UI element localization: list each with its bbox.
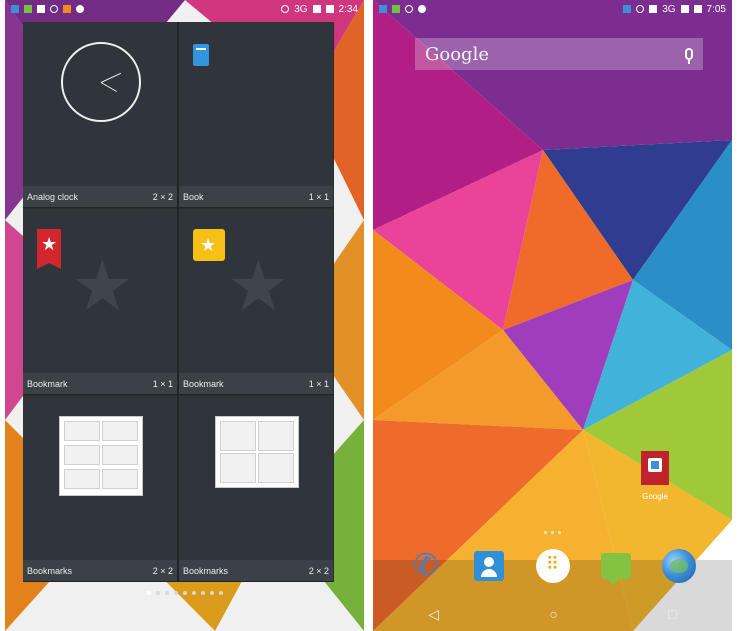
navigation-bar: ◁ ○ □ <box>5 597 364 631</box>
widget-picker-screen: 3G 2:34 Analog clock 2 × 2 Book 1 × 1 ★ … <box>5 0 364 631</box>
google-app-shortcut[interactable]: Google <box>638 451 672 501</box>
widget-size: 2 × 2 <box>152 192 173 202</box>
widget-book[interactable]: Book 1 × 1 <box>179 22 333 208</box>
page-dot <box>164 591 169 595</box>
notification-icon <box>379 5 387 13</box>
status-bar: 3G 2:34 <box>5 0 364 18</box>
clock-time: 7:05 <box>706 3 726 15</box>
location-icon <box>76 5 84 13</box>
wifi-icon <box>649 5 658 13</box>
signal-icon <box>680 5 689 13</box>
home-button[interactable]: ○ <box>181 607 189 621</box>
bookmark-preview-star-icon: ★ <box>227 247 290 325</box>
contacts-icon[interactable] <box>474 551 505 581</box>
notification-icon <box>11 5 19 13</box>
home-screen: 3G 7:05 Google Google ✆ ◁ ○ □ <box>373 0 732 631</box>
usb-icon <box>405 5 413 13</box>
phone-icon[interactable]: ✆ <box>409 549 443 583</box>
location-icon <box>418 5 426 13</box>
app-notification-icon <box>392 5 400 13</box>
back-button[interactable]: ◁ <box>428 607 439 621</box>
page-dot <box>146 591 151 595</box>
network-type: 3G <box>294 3 308 15</box>
mic-icon[interactable] <box>685 48 693 64</box>
page-dot <box>209 591 214 595</box>
star-icon: ★ <box>200 235 217 255</box>
recents-button[interactable]: □ <box>300 607 308 621</box>
widget-name: Analog clock <box>27 192 79 202</box>
home-button[interactable]: ○ <box>549 607 557 621</box>
signal-icon <box>312 5 321 13</box>
google-search-bar[interactable]: Google <box>415 38 703 70</box>
bookmark-star-icon: ★ <box>193 229 225 261</box>
messaging-icon[interactable] <box>600 553 631 585</box>
battery-icon <box>693 5 702 13</box>
widget-size: 1 × 1 <box>308 379 329 389</box>
widget-grid: Analog clock 2 × 2 Book 1 × 1 ★ ★ Bookma… <box>23 22 334 582</box>
sync-icon <box>281 5 290 13</box>
bookmark-preview-star-icon: ★ <box>71 247 134 325</box>
page-indicator <box>373 531 732 534</box>
bookmarks-stack-preview <box>215 416 299 488</box>
battery-icon <box>325 5 334 13</box>
browser-icon[interactable] <box>662 549 696 583</box>
analog-clock-preview <box>61 42 141 122</box>
widget-size: 1 × 1 <box>308 192 329 202</box>
widget-name: Book <box>183 192 204 202</box>
sync-icon <box>636 5 645 13</box>
status-bar: 3G 7:05 <box>373 0 732 18</box>
download-icon <box>63 5 71 13</box>
mail-icon <box>623 5 632 13</box>
apps-icon[interactable] <box>535 549 570 583</box>
recents-button[interactable]: □ <box>668 607 676 621</box>
page-dot <box>218 591 223 595</box>
app-label: Google <box>642 492 668 501</box>
widget-label-bar: Bookmarks 2 × 2 <box>23 560 177 582</box>
widget-label-bar: Analog clock 2 × 2 <box>23 186 177 208</box>
back-button[interactable]: ◁ <box>60 607 71 621</box>
widget-bookmarks[interactable]: Bookmarks 2 × 2 <box>23 396 177 582</box>
widget-size: 2 × 2 <box>308 566 329 576</box>
widget-name: Bookmarks <box>27 566 73 576</box>
clock-time: 2:34 <box>338 3 358 15</box>
widget-size: 1 × 1 <box>152 379 173 389</box>
widget-name: Bookmark <box>183 379 224 389</box>
network-type: 3G <box>662 3 676 15</box>
page-dot <box>173 591 178 595</box>
widget-bookmark[interactable]: ★ ★ Bookmark 1 × 1 <box>23 209 177 395</box>
star-icon: ★ <box>41 234 58 254</box>
page-dot <box>191 591 196 595</box>
widget-label-bar: Bookmark 1 × 1 <box>179 373 333 395</box>
widget-size: 2 × 2 <box>152 566 173 576</box>
widget-name: Bookmarks <box>183 566 229 576</box>
lock-icon <box>37 5 45 13</box>
search-placeholder: Google <box>425 43 489 65</box>
bookmark-icon: ★ <box>37 229 61 269</box>
widget-label-bar: Book 1 × 1 <box>179 186 333 208</box>
dock: ✆ <box>409 546 696 586</box>
google-app-icon <box>641 451 669 485</box>
page-dot <box>200 591 205 595</box>
usb-icon <box>50 5 58 13</box>
page-indicator <box>5 591 364 595</box>
page-dot <box>155 591 160 595</box>
widget-name: Bookmark <box>27 379 68 389</box>
widget-label-bar: Bookmark 1 × 1 <box>23 373 177 395</box>
wallpaper <box>373 0 732 631</box>
bookmarks-preview <box>59 416 143 496</box>
widget-label-bar: Bookmarks 2 × 2 <box>179 560 333 582</box>
app-notification-icon <box>24 5 32 13</box>
widget-analog-clock[interactable]: Analog clock 2 × 2 <box>23 22 177 208</box>
book-icon <box>193 44 209 66</box>
page-dot <box>182 591 187 595</box>
widget-bookmark-folder[interactable]: ★ ★ Bookmark 1 × 1 <box>179 209 333 395</box>
navigation-bar: ◁ ○ □ <box>373 597 732 631</box>
widget-bookmarks-stack[interactable]: Bookmarks 2 × 2 <box>179 396 333 582</box>
